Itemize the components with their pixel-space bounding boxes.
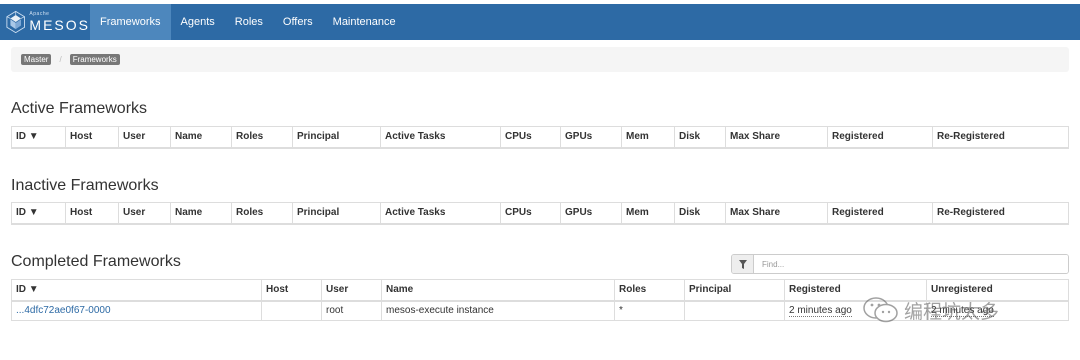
nav-agents[interactable]: Agents <box>171 4 225 40</box>
col-principal[interactable]: Principal <box>292 126 381 149</box>
framework-id-link[interactable]: ...4dfc72ae0f67-0000 <box>11 300 262 321</box>
col-mem[interactable]: Mem <box>621 202 675 225</box>
col-gpus[interactable]: GPUs <box>560 126 622 149</box>
inactive-frameworks-title: Inactive Frameworks <box>11 177 159 194</box>
col-id[interactable]: ID ▼ <box>11 126 66 149</box>
col-id[interactable]: ID ▼ <box>11 279 262 302</box>
cell-name: mesos-execute instance <box>381 300 615 321</box>
breadcrumb-frameworks[interactable]: Frameworks <box>69 54 120 65</box>
col-id[interactable]: ID ▼ <box>11 202 66 225</box>
active-frameworks-table: ID ▼ Host User Name Roles Principal Acti… <box>11 126 1069 149</box>
mesos-logo[interactable]: Apache MESOS <box>0 4 90 40</box>
col-disk[interactable]: Disk <box>674 202 726 225</box>
col-active-tasks[interactable]: Active Tasks <box>380 126 501 149</box>
col-gpus[interactable]: GPUs <box>560 202 622 225</box>
active-frameworks-title: Active Frameworks <box>11 100 148 117</box>
col-max-share[interactable]: Max Share <box>725 126 828 149</box>
col-user[interactable]: User <box>321 279 382 302</box>
col-principal[interactable]: Principal <box>684 279 785 302</box>
completed-filter <box>731 254 1069 274</box>
wechat-icon <box>863 297 898 323</box>
col-host[interactable]: Host <box>65 202 119 225</box>
col-host[interactable]: Host <box>261 279 322 302</box>
col-roles[interactable]: Roles <box>231 126 293 149</box>
col-registered[interactable]: Registered <box>827 202 933 225</box>
col-user[interactable]: User <box>118 202 171 225</box>
col-principal[interactable]: Principal <box>292 202 381 225</box>
breadcrumb-master[interactable]: Master <box>21 54 52 65</box>
nav-frameworks[interactable]: Frameworks <box>90 4 171 40</box>
completed-frameworks-title: Completed Frameworks <box>11 253 181 270</box>
cell-user: root <box>321 300 382 321</box>
nav-offers[interactable]: Offers <box>273 4 323 40</box>
find-input[interactable] <box>754 255 1068 273</box>
col-host[interactable]: Host <box>65 126 119 149</box>
breadcrumb: Master / Frameworks <box>11 47 1069 72</box>
cell-host <box>261 300 322 321</box>
col-name[interactable]: Name <box>170 126 232 149</box>
col-active-tasks[interactable]: Active Tasks <box>380 202 501 225</box>
col-disk[interactable]: Disk <box>674 126 726 149</box>
brand-name: MESOS <box>29 17 90 33</box>
mesos-logo-icon <box>6 10 25 34</box>
top-navbar: Apache MESOS Frameworks Agents Roles Off… <box>0 4 1080 40</box>
col-cpus[interactable]: CPUs <box>500 202 561 225</box>
inactive-frameworks-table: ID ▼ Host User Name Roles Principal Acti… <box>11 202 1069 225</box>
col-roles[interactable]: Roles <box>231 202 293 225</box>
filter-icon <box>732 255 754 273</box>
col-cpus[interactable]: CPUs <box>500 126 561 149</box>
col-re-registered[interactable]: Re-Registered <box>932 126 1069 149</box>
col-name[interactable]: Name <box>170 202 232 225</box>
breadcrumb-separator: / <box>59 55 62 64</box>
cell-principal <box>684 300 785 321</box>
col-roles[interactable]: Roles <box>614 279 685 302</box>
col-re-registered[interactable]: Re-Registered <box>932 202 1069 225</box>
col-max-share[interactable]: Max Share <box>725 202 828 225</box>
col-mem[interactable]: Mem <box>621 126 675 149</box>
watermark: 编程坑太多 <box>862 296 999 324</box>
col-name[interactable]: Name <box>381 279 615 302</box>
registered-time: 2 minutes ago <box>789 305 852 318</box>
nav-maintenance[interactable]: Maintenance <box>323 4 406 40</box>
nav-roles[interactable]: Roles <box>225 4 273 40</box>
cell-roles: * <box>614 300 685 321</box>
col-user[interactable]: User <box>118 126 171 149</box>
watermark-text: 编程坑太多 <box>904 300 1000 323</box>
col-registered[interactable]: Registered <box>827 126 933 149</box>
